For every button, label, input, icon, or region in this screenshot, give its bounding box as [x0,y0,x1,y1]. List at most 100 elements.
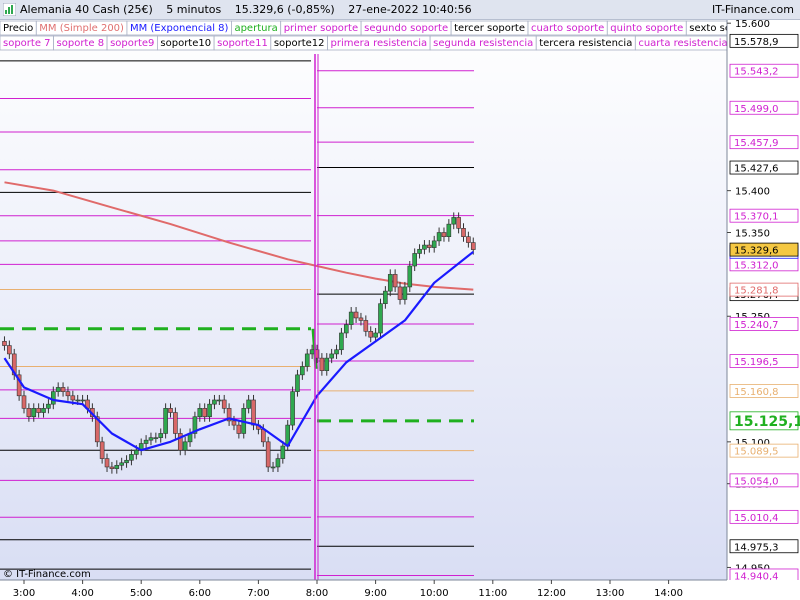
candle-body [387,274,393,292]
legend-item[interactable]: tercer soporte [450,20,529,36]
legend-item[interactable]: soporte 8 [53,35,108,51]
legend-label: MM (Simple 200) [39,23,124,34]
price-marker-label: 15.578,9 [734,37,779,48]
legend-item[interactable]: primera resistencia [327,35,431,51]
x-tick-label: 3:00 [13,588,35,599]
legend-item[interactable]: soporte10 [157,35,215,51]
legend-item[interactable]: Precio [0,20,37,36]
price-marker-label: 15.499,0 [734,104,779,115]
candle-body [21,395,27,409]
legend-item[interactable]: segunda resistencia [429,35,537,51]
candle-body [55,387,61,392]
candle-body [280,445,286,459]
legend-label: Precio [3,23,33,34]
candle-body [80,399,85,402]
price-marker-label: 15.281,8 [734,286,779,297]
price-marker-label: 15.543,2 [734,67,779,78]
candle-body [461,228,466,238]
x-tick-label: 12:00 [537,588,566,599]
candle-body [343,324,349,334]
candle-body [231,420,237,426]
legend-item[interactable]: MM (Simple 200) [35,20,128,36]
candle-body [143,439,149,444]
legend-item[interactable]: soporte9 [106,35,158,51]
legend-item[interactable]: soporte12 [270,35,328,51]
price-marker-label: 15.457,9 [734,138,779,149]
candle-body [407,265,413,288]
legend-label: soporte12 [274,38,325,49]
legend-item[interactable]: tercera resistencia [535,35,636,51]
price-marker-label: 15.370,1 [734,212,779,223]
candle-body [339,332,344,351]
legend-label: segunda resistencia [433,38,533,49]
price-marker-label: 15.240,7 [734,320,779,331]
legend-label: tercer soporte [454,23,525,34]
x-tick-label: 6:00 [189,588,211,599]
candle-body [119,462,124,466]
legend-label: tercera resistencia [539,38,632,49]
legend-item[interactable]: quinto soporte [606,20,687,36]
legend-label: primera resistencia [331,38,428,49]
price-marker-label: 15.196,5 [734,357,779,368]
legend-item[interactable]: soporte 7 [0,35,54,51]
legend-label: soporte 8 [57,38,105,49]
title-bar: Alemania 40 Cash (25€) 5 minutos 15.329,… [0,0,800,20]
legend-item[interactable]: cuarto soporte [527,20,608,36]
legend-label: soporte9 [110,38,154,49]
legend-label: soporte 7 [3,38,51,49]
candle-body [7,345,12,355]
candle-body [412,253,417,267]
instrument-name: Alemania 40 Cash (25€) [20,3,153,16]
legend-item[interactable]: apertura [231,20,282,36]
plot-background [0,19,727,580]
x-tick-label: 13:00 [596,588,625,599]
candle-body [383,290,388,304]
candle-body [270,466,276,469]
candle-body [114,464,120,469]
legend-label: apertura [234,23,277,34]
timestamp: 27-ene-2022 10:40:56 [348,3,472,16]
legend-label: MM (Exponencial 8) [130,23,229,34]
legend-item[interactable]: MM (Exponencial 8) [126,20,232,36]
candle-body [373,332,378,338]
candle-body [124,459,129,464]
candle-body [300,366,305,376]
legend-label: cuarto soporte [531,23,604,34]
app-logo-icon [3,3,16,16]
candle-body [446,223,452,238]
candle-body [153,437,159,439]
candle-body [109,466,115,469]
price-marker-label: 15.054,0 [734,476,779,487]
candle-body [46,403,51,409]
price-chart[interactable]: Precio MM (Simple 200) MM (Exponencial 8) a… [0,0,800,600]
candle-body [197,408,203,418]
candle-body [309,349,315,355]
y-tick-label: 15.350 [735,229,770,240]
candle-body [217,399,222,402]
candle-body [168,408,173,413]
x-tick-label: 9:00 [364,588,386,599]
candle-body [31,408,37,418]
y-tick-label: 15.600 [735,19,770,30]
candle-body [368,331,374,338]
candle-body [163,408,168,434]
candle-body [207,403,212,418]
candle-body [295,374,300,392]
candle-body [251,399,256,426]
price-marker-label: 15.160,8 [734,387,779,398]
candle-body [246,399,251,409]
candle-body [417,248,422,254]
candle-body [358,317,364,321]
candle-body [275,458,281,468]
legend-label: segundo soporte [364,23,448,34]
candle-body [173,412,178,434]
candle-body [26,408,32,418]
legend-item[interactable]: cuarta resistencia [634,35,732,51]
candle-body [50,391,56,405]
legend-item[interactable]: primer soporte [280,20,362,36]
legend-item[interactable]: soporte11 [213,35,272,51]
candle-body [158,433,164,438]
candle-body [134,449,139,455]
y-tick-label: 15.400 [735,187,770,198]
legend-item[interactable]: segundo soporte [360,20,452,36]
